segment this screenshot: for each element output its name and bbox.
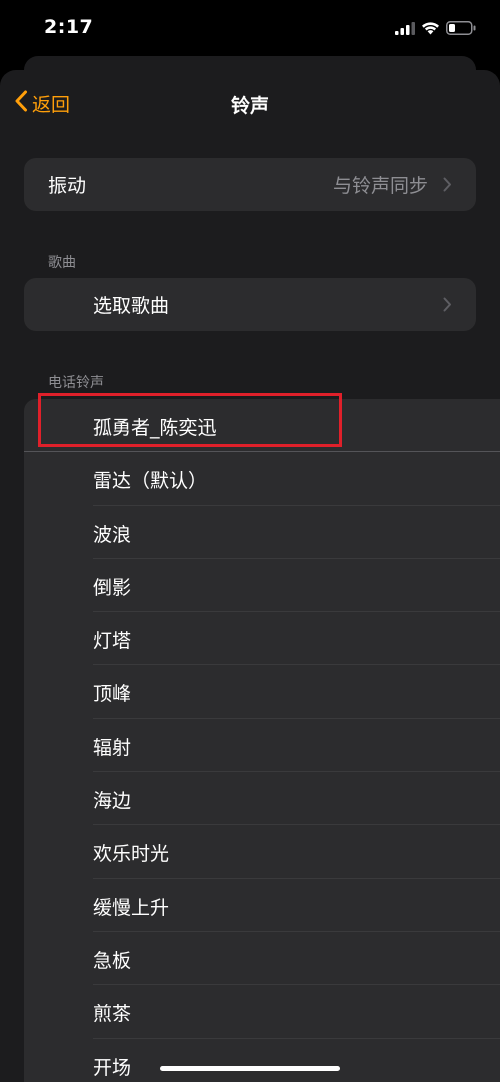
- ringtone-item[interactable]: 煎茶: [24, 985, 500, 1039]
- navigation-bar: 返回 铃声: [0, 70, 500, 136]
- songs-group: 选取歌曲: [24, 278, 476, 331]
- ringtone-label: 海边: [93, 790, 132, 813]
- ringtone-item[interactable]: 倒影: [24, 559, 500, 613]
- ringtone-item[interactable]: 雷达（默认）: [24, 452, 500, 506]
- ringtone-sheet: 返回 铃声 振动 与铃声同步 歌曲 选取歌曲 电话铃声 孤勇者_陈奕迅 雷达（默…: [0, 70, 500, 1082]
- home-indicator[interactable]: [160, 1066, 340, 1071]
- vibration-label: 振动: [48, 175, 87, 197]
- ringtone-label: 波浪: [93, 523, 132, 546]
- ringtone-label: 缓慢上升: [93, 896, 170, 919]
- vibration-group: 振动 与铃声同步: [24, 158, 476, 211]
- ringtone-label: 煎茶: [93, 1003, 132, 1026]
- ringtone-list: 孤勇者_陈奕迅 雷达（默认） 波浪 倒影 灯塔 顶峰 辐射 海边 欢乐时光 缓慢…: [24, 399, 500, 1082]
- ringtone-label: 灯塔: [93, 630, 132, 653]
- ringtone-item[interactable]: 顶峰: [24, 665, 500, 719]
- ringtone-label: 顶峰: [93, 683, 132, 706]
- status-icons: [395, 20, 476, 39]
- pick-song-row[interactable]: 选取歌曲: [24, 278, 476, 331]
- ringtone-label: 开场: [93, 1056, 132, 1079]
- ringtone-item[interactable]: 辐射: [24, 719, 500, 773]
- ringtone-item[interactable]: 开场: [24, 1039, 500, 1082]
- ringtone-item[interactable]: 急板: [24, 932, 500, 986]
- chevron-right-icon: [443, 297, 452, 316]
- page-title: 铃声: [230, 95, 269, 117]
- ringtone-item[interactable]: 波浪: [24, 506, 500, 559]
- ringtone-item[interactable]: 灯塔: [24, 612, 500, 666]
- vibration-row[interactable]: 振动 与铃声同步: [24, 158, 476, 211]
- wifi-icon: [421, 20, 440, 39]
- chevron-right-icon: [443, 177, 452, 196]
- ringtone-item[interactable]: 海边: [24, 772, 500, 826]
- ringtone-label: 欢乐时光: [93, 843, 170, 866]
- ringtone-label: 倒影: [93, 576, 132, 599]
- vibration-value: 与铃声同步: [332, 175, 428, 197]
- ringtone-label: 雷达（默认）: [93, 470, 208, 493]
- cellular-signal-icon: [395, 20, 415, 39]
- ringtone-label: 辐射: [93, 736, 132, 759]
- status-time: 2:17: [44, 16, 94, 38]
- battery-icon: [446, 20, 476, 39]
- ringtones-section-header: 电话铃声: [48, 375, 104, 391]
- ringtone-label: 急板: [93, 949, 132, 972]
- highlight-annotation: [38, 393, 342, 447]
- ringtone-item[interactable]: 欢乐时光: [24, 825, 500, 879]
- status-bar: 2:17: [0, 0, 500, 62]
- pick-song-label: 选取歌曲: [93, 295, 170, 317]
- songs-section-header: 歌曲: [48, 255, 76, 271]
- ringtone-item[interactable]: 缓慢上升: [24, 879, 500, 932]
